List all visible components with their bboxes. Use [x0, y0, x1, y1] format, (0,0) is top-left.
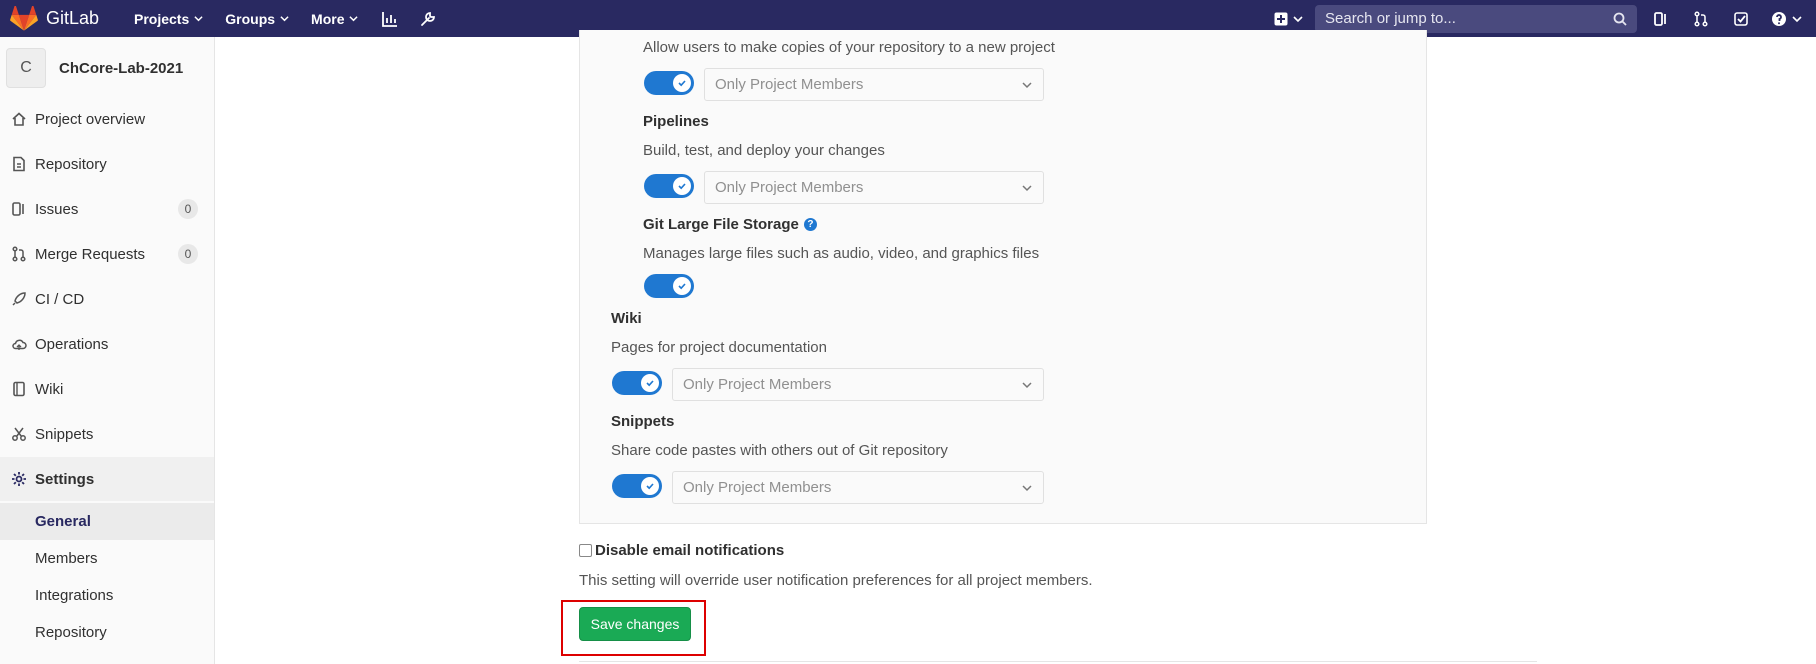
merge-requests-count-badge: 0	[178, 244, 198, 264]
sidebar-subitem-integrations[interactable]: Integrations	[0, 577, 214, 614]
pipelines-description: Build, test, and deploy your changes	[643, 142, 885, 159]
wiki-title: Wiki	[611, 310, 642, 327]
wiki-access-select[interactable]: Only Project Members	[672, 368, 1044, 401]
chevron-down-icon	[1022, 484, 1032, 491]
disable-email-checkbox[interactable]	[579, 544, 592, 557]
sidebar-item-issues[interactable]: Issues 0	[0, 187, 214, 231]
check-icon	[646, 483, 654, 490]
snippets-description: Share code pastes with others out of Git…	[611, 442, 948, 459]
issues-count-badge: 0	[178, 199, 198, 219]
sidebar-item-merge-requests[interactable]: Merge Requests 0	[0, 232, 214, 276]
issues-nav-icon[interactable]	[1651, 9, 1671, 29]
project-sidebar: C ChCore-Lab-2021 Project overview Repos…	[0, 37, 215, 664]
wiki-toggle[interactable]	[612, 371, 662, 395]
rocket-icon	[10, 290, 28, 308]
chevron-down-icon	[1293, 15, 1303, 22]
sidebar-item-snippets[interactable]: Snippets	[0, 412, 214, 456]
snippets-access-select[interactable]: Only Project Members	[672, 471, 1044, 504]
cloud-icon	[10, 335, 28, 353]
project-name: ChCore-Lab-2021	[59, 59, 184, 77]
nav-groups[interactable]: Groups	[225, 11, 289, 27]
plus-square-icon	[1274, 12, 1288, 25]
scissors-icon	[10, 425, 28, 443]
sidebar-subitem-general[interactable]: General	[0, 503, 214, 540]
search-icon	[1613, 12, 1627, 26]
doc-icon	[10, 155, 28, 173]
sidebar-subitem-repository[interactable]: Repository	[0, 614, 214, 651]
pipelines-title: Pipelines	[643, 113, 709, 130]
check-icon	[678, 183, 686, 190]
wiki-description: Pages for project documentation	[611, 339, 827, 356]
chevron-down-icon	[1022, 184, 1032, 191]
chevron-down-icon	[280, 16, 289, 22]
help-circle-icon	[1772, 11, 1786, 26]
chevron-down-icon	[1022, 81, 1032, 88]
check-icon	[678, 80, 686, 87]
chevron-down-icon	[1792, 15, 1802, 22]
nav-more[interactable]: More	[311, 11, 359, 27]
brand-name: GitLab	[46, 8, 100, 28]
sidebar-item-wiki[interactable]: Wiki	[0, 367, 214, 411]
nav-projects[interactable]: Projects	[134, 11, 203, 27]
issues-icon	[10, 200, 28, 218]
forks-description: Allow users to make copies of your repos…	[643, 39, 1055, 56]
check-icon	[646, 380, 654, 387]
forks-toggle[interactable]	[644, 71, 694, 95]
search-placeholder: Search or jump to...	[1325, 10, 1456, 27]
lfs-title: Git Large File Storage ?	[643, 216, 817, 233]
snippets-toggle[interactable]	[612, 474, 662, 498]
merge-request-nav-icon[interactable]	[1691, 9, 1711, 29]
activity-chart-icon[interactable]	[380, 9, 400, 29]
merge-request-icon	[10, 245, 28, 263]
home-icon	[10, 110, 28, 128]
lfs-toggle[interactable]	[644, 274, 694, 298]
forks-access-select[interactable]: Only Project Members	[704, 68, 1044, 101]
help-icon[interactable]: ?	[803, 218, 817, 231]
check-icon	[678, 283, 686, 290]
sidebar-item-project-overview[interactable]: Project overview	[0, 97, 214, 141]
sidebar-item-settings[interactable]: Settings	[0, 457, 214, 501]
admin-wrench-icon[interactable]	[418, 9, 438, 29]
disable-email-label[interactable]: Disable email notifications	[595, 542, 784, 559]
sidebar-subitem-members[interactable]: Members	[0, 540, 214, 577]
divider	[579, 661, 1537, 662]
pipelines-toggle[interactable]	[644, 174, 694, 198]
project-header[interactable]: C ChCore-Lab-2021	[0, 37, 214, 99]
search-input[interactable]: Search or jump to...	[1315, 4, 1637, 33]
sidebar-item-operations[interactable]: Operations	[0, 322, 214, 366]
lfs-description: Manages large files such as audio, video…	[643, 245, 1040, 262]
tanuki-icon	[10, 5, 38, 31]
email-note: This setting will override user notifica…	[579, 572, 1093, 589]
pipelines-access-select[interactable]: Only Project Members	[704, 171, 1044, 204]
chevron-down-icon	[194, 16, 203, 22]
project-avatar: C	[6, 48, 46, 88]
snippets-title: Snippets	[611, 413, 675, 430]
sidebar-item-repository[interactable]: Repository	[0, 142, 214, 186]
todos-nav-icon[interactable]	[1731, 9, 1751, 29]
sidebar-item-ci-cd[interactable]: CI / CD	[0, 277, 214, 321]
help-button[interactable]	[1771, 11, 1802, 27]
book-icon	[10, 380, 28, 398]
chevron-down-icon	[1022, 381, 1032, 388]
chevron-down-icon	[349, 16, 359, 22]
gitlab-logo[interactable]: GitLab	[10, 5, 120, 32]
save-changes-button[interactable]: Save changes	[579, 607, 691, 641]
gear-icon	[10, 470, 28, 488]
new-item-button[interactable]	[1274, 12, 1303, 26]
